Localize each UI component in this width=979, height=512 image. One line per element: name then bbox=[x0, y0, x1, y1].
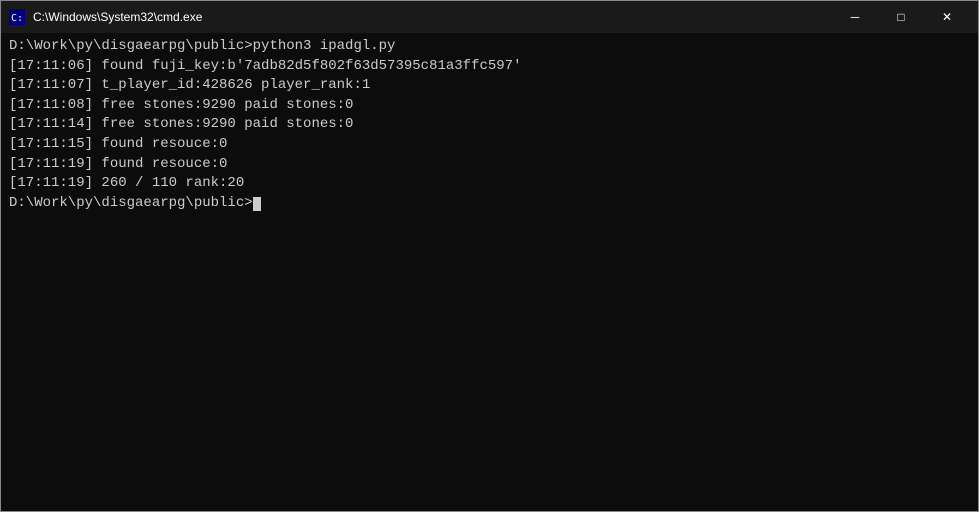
terminal-line: [17:11:07] t_player_id:428626 player_ran… bbox=[9, 76, 970, 96]
terminal-line: [17:11:15] found resouce:0 bbox=[9, 135, 970, 155]
terminal-line: D:\Work\py\disgaearpg\public>python3 ipa… bbox=[9, 37, 970, 57]
terminal-body[interactable]: D:\Work\py\disgaearpg\public>python3 ipa… bbox=[1, 33, 978, 511]
cursor bbox=[253, 197, 261, 211]
terminal-line: [17:11:19] found resouce:0 bbox=[9, 155, 970, 175]
close-button[interactable]: ✕ bbox=[924, 1, 970, 33]
terminal-line: D:\Work\py\disgaearpg\public> bbox=[9, 194, 970, 214]
window-controls: ─ □ ✕ bbox=[832, 1, 970, 33]
terminal-line: [17:11:19] 260 / 110 rank:20 bbox=[9, 174, 970, 194]
minimize-button[interactable]: ─ bbox=[832, 1, 878, 33]
window-title: C:\Windows\System32\cmd.exe bbox=[33, 10, 202, 24]
cmd-window: C: C:\Windows\System32\cmd.exe ─ □ ✕ D:\… bbox=[0, 0, 979, 512]
terminal-line: [17:11:14] free stones:9290 paid stones:… bbox=[9, 115, 970, 135]
terminal-line: [17:11:08] free stones:9290 paid stones:… bbox=[9, 96, 970, 116]
titlebar-left: C: C:\Windows\System32\cmd.exe bbox=[9, 9, 202, 25]
maximize-button[interactable]: □ bbox=[878, 1, 924, 33]
titlebar: C: C:\Windows\System32\cmd.exe ─ □ ✕ bbox=[1, 1, 978, 33]
svg-text:C:: C: bbox=[11, 13, 23, 24]
terminal-line: [17:11:06] found fuji_key:b'7adb82d5f802… bbox=[9, 57, 970, 77]
cmd-icon: C: bbox=[9, 9, 25, 25]
